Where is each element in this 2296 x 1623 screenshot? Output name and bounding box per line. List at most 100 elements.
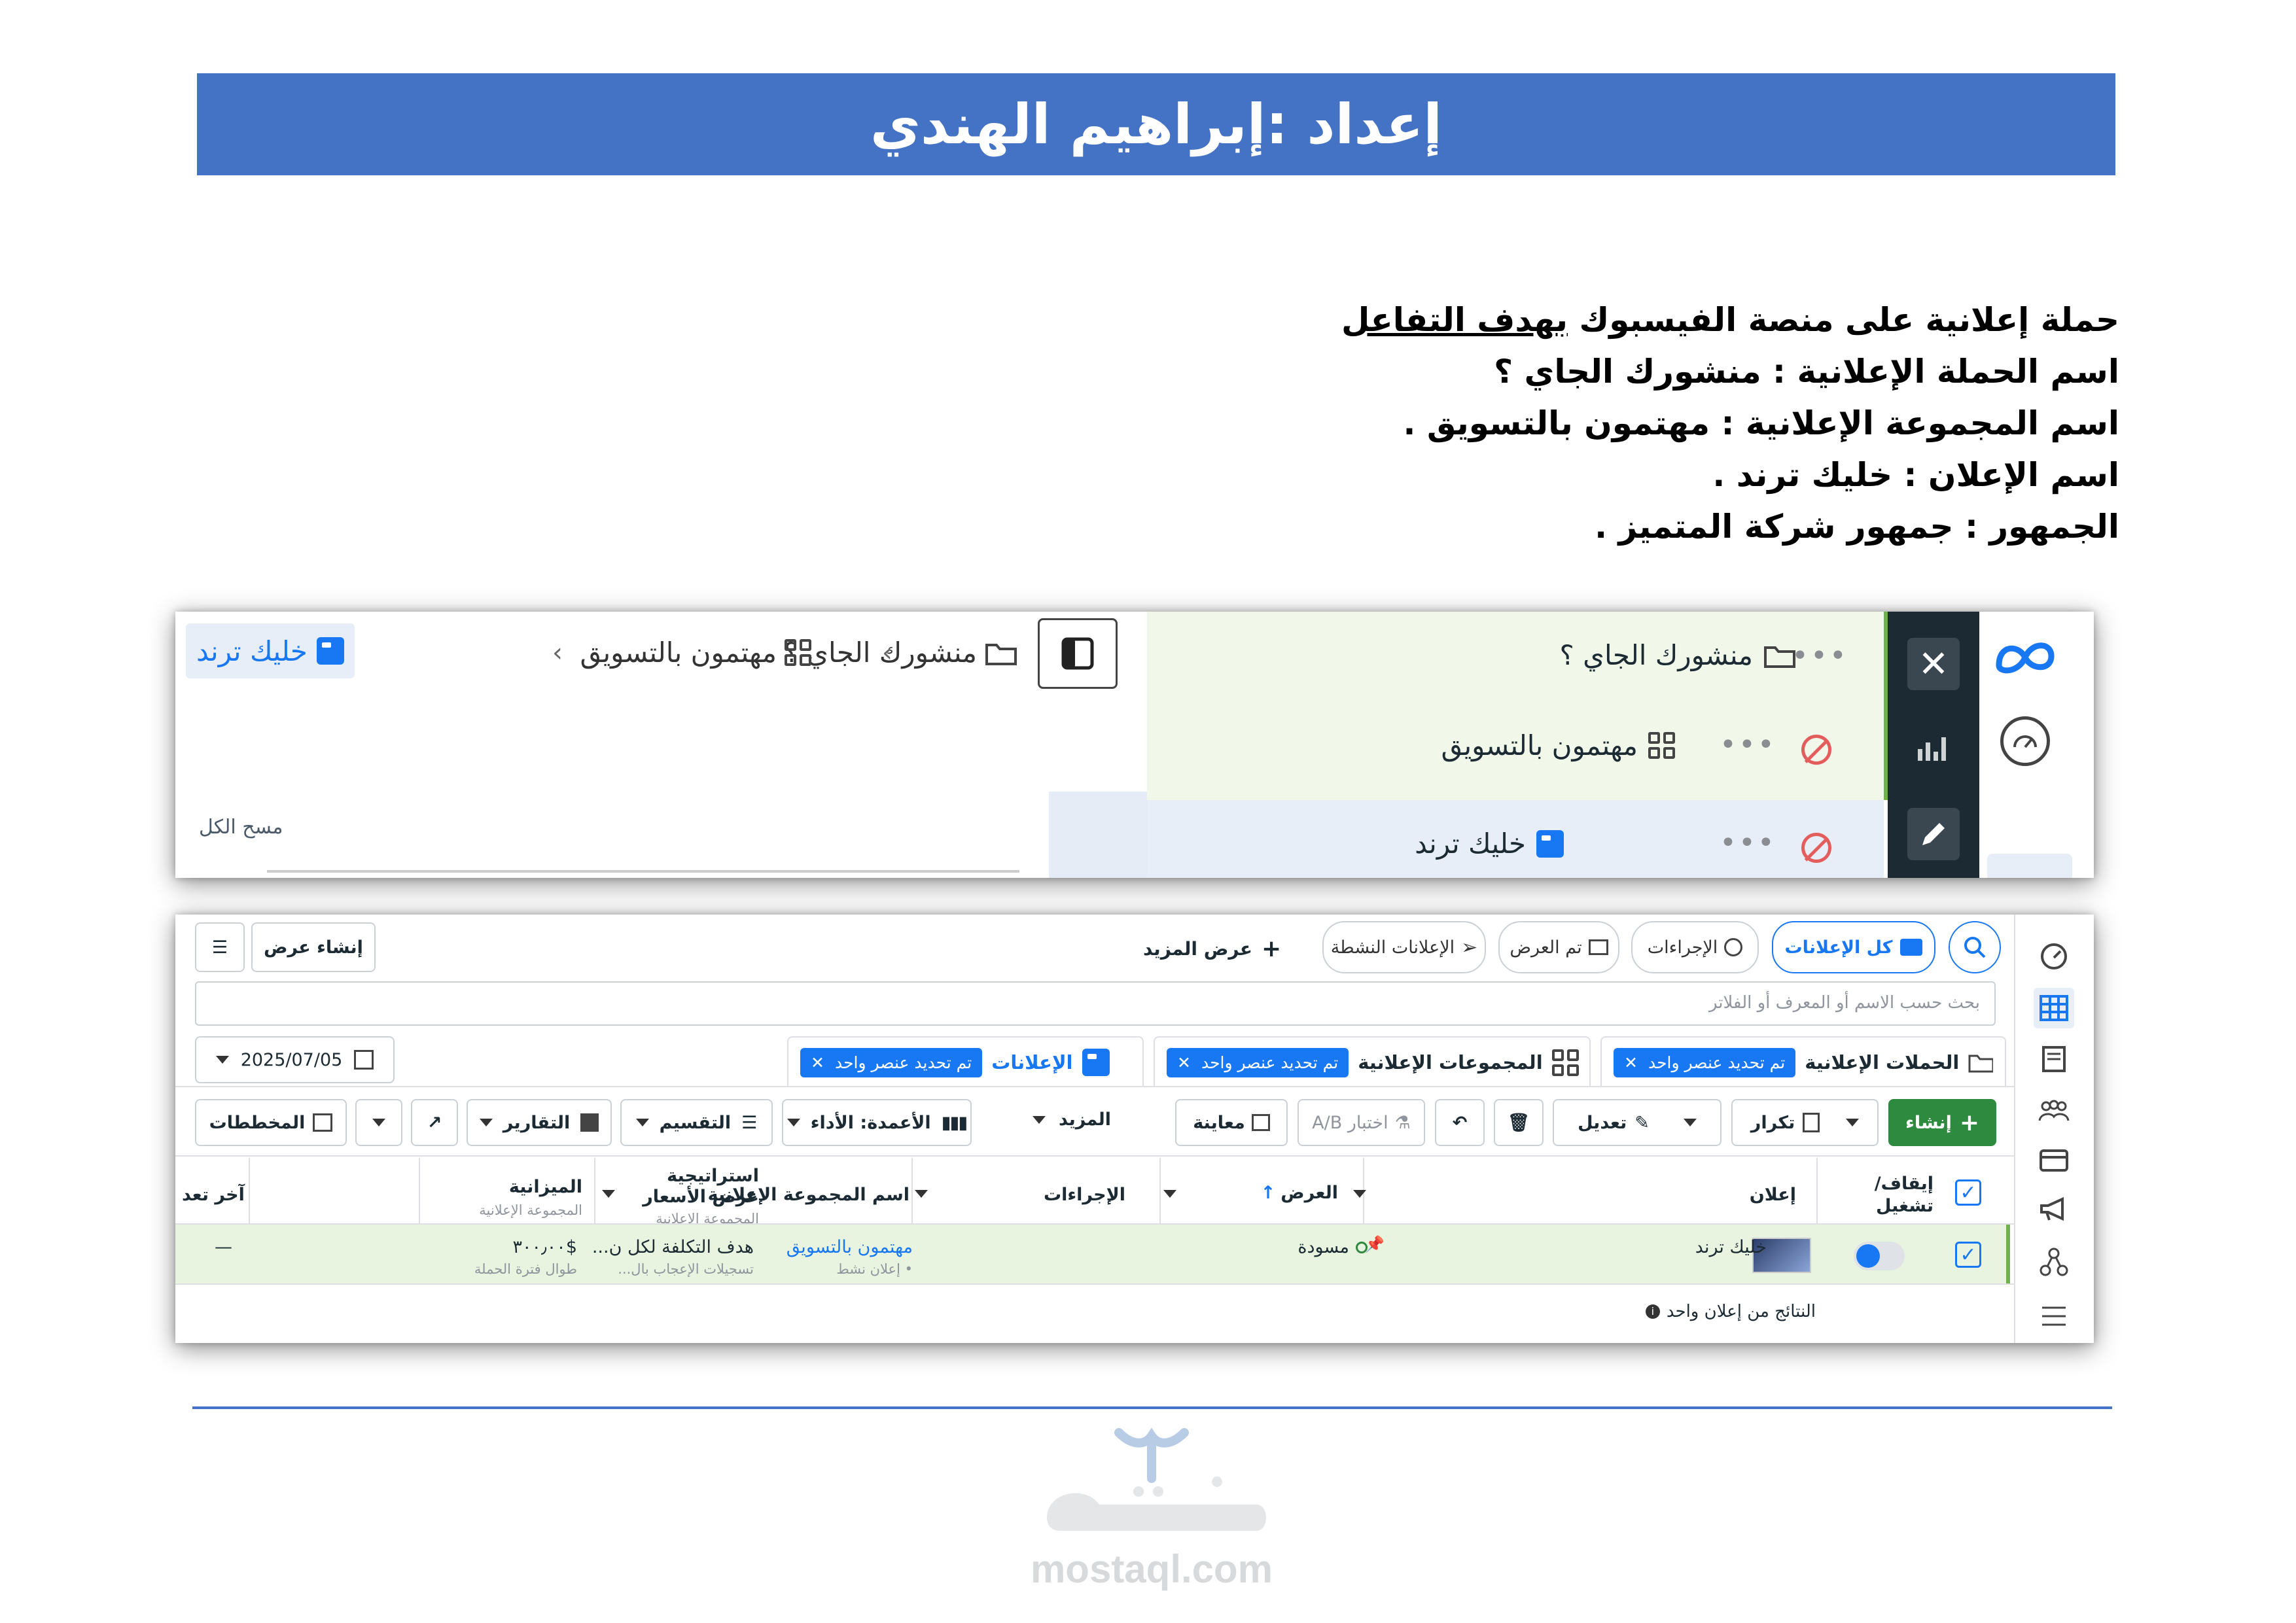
filter-all-ads[interactable]: كل الإعلانات — [1772, 921, 1935, 973]
breakdown-dropdown[interactable]: ☰ التقسيم — [620, 1099, 773, 1146]
image-icon — [1251, 1114, 1270, 1131]
col-bid-strategy[interactable]: استراتيجية عرض الأسعار المجموعة الإعلانية — [628, 1166, 759, 1229]
megaphone-icon[interactable] — [2037, 1193, 2071, 1227]
folder-icon — [1900, 939, 1923, 956]
chevron-down-icon — [215, 1056, 229, 1064]
filter-actions[interactable]: الإجراءات — [1631, 921, 1759, 973]
edit-button[interactable]: ✎ تعديل — [1553, 1099, 1722, 1146]
col-ad[interactable]: إعلان — [1750, 1185, 1796, 1205]
undo-icon[interactable]: ↶ — [1435, 1099, 1485, 1146]
toggle-switch[interactable] — [1854, 1242, 1905, 1270]
brief-line-3: اسم المجموعة الإعلانية : مهتمون بالتسويق… — [1403, 404, 2119, 442]
col-budget[interactable]: الميزانية المجموعة الإعلانية — [479, 1176, 582, 1221]
more-views-link[interactable]: + عرض المزيد — [1143, 935, 1281, 962]
chevron-down-icon[interactable] — [1353, 1190, 1366, 1198]
breakdown-icon: ☰ — [741, 1112, 758, 1133]
audience-icon[interactable] — [2037, 1094, 2071, 1128]
panel-toggle-icon[interactable] — [1038, 618, 1118, 689]
chevron-down-icon — [1846, 1119, 1860, 1126]
gauge-icon[interactable] — [2037, 939, 2071, 973]
send-icon: ➢ — [1461, 935, 1478, 959]
chevron-down-icon[interactable] — [915, 1190, 928, 1198]
row-ad-name[interactable]: خليك ترند — [1695, 1237, 1767, 1257]
charts-button[interactable]: المخططات — [195, 1099, 347, 1146]
tab-adsets[interactable]: المجموعات الإعلانية تم تحديد عنصر واحد ✕ — [1154, 1036, 1591, 1087]
gauge-icon[interactable] — [2000, 716, 2050, 766]
filter-active-ads[interactable]: ➢ الإعلانات النشطة — [1322, 921, 1486, 973]
network-icon[interactable] — [2037, 1245, 2071, 1279]
col-onoff[interactable]: إيقاف/ تشغيل — [1862, 1173, 1934, 1217]
ad-icon — [316, 637, 344, 665]
preview-button[interactable]: معاينة — [1175, 1099, 1288, 1146]
billing-card-icon[interactable] — [2037, 1143, 2071, 1178]
tree-adset[interactable]: مهتمون بالتسويق — [1441, 729, 1675, 761]
selected-chip[interactable]: تم تحديد عنصر واحد ✕ — [1167, 1047, 1349, 1077]
mostaql-logo-icon — [1047, 1427, 1266, 1531]
close-icon[interactable]: ✕ — [1624, 1053, 1638, 1072]
search-icon[interactable] — [1949, 921, 2001, 973]
prohibited-icon[interactable] — [1801, 735, 1831, 765]
date-picker[interactable]: 2025/07/05 — [195, 1036, 395, 1083]
plus-icon: + — [1959, 1109, 1979, 1136]
search-input[interactable]: بحث حسب الاسم أو المعرف أو الفلاتر — [195, 981, 1996, 1026]
chevron-down-icon — [635, 1119, 649, 1126]
chevron-down-icon — [786, 1119, 800, 1126]
info-icon[interactable]: i — [1645, 1304, 1660, 1319]
breadcrumb-ad[interactable]: خليك ترند — [186, 623, 355, 678]
sliders-icon[interactable]: ☰ — [195, 922, 245, 972]
reports-dropdown[interactable]: التقارير — [467, 1099, 612, 1146]
more-icon[interactable]: ••• — [1720, 826, 1776, 860]
chart-icon[interactable] — [1907, 722, 1960, 774]
sort-up-icon: ↑ — [1260, 1183, 1276, 1203]
delete-icon[interactable]: 🗑 — [1494, 1099, 1544, 1146]
col-delivery[interactable]: العرض ↑ — [1261, 1183, 1338, 1203]
duplicate-button[interactable]: تكرار — [1731, 1099, 1879, 1146]
ad-icon — [1536, 829, 1564, 858]
ab-test-button[interactable]: ⚗ اختبار A/B — [1298, 1099, 1425, 1146]
breadcrumb-adset[interactable]: مهتمون بالتسويق — [580, 637, 811, 669]
tree-campaign[interactable]: منشورك الجاي ؟ — [1560, 639, 1796, 671]
row-last-edit: — — [215, 1237, 232, 1257]
grid-icon — [1551, 1049, 1579, 1076]
export-icon[interactable]: ↗ — [411, 1099, 458, 1146]
select-all-checkbox[interactable]: ✓ — [1955, 1179, 1981, 1206]
close-icon[interactable]: ✕ — [1177, 1053, 1191, 1072]
more-icon[interactable]: ••• — [1720, 728, 1776, 761]
tab-ads[interactable]: الإعلانات تم تحديد عنصر واحد ✕ — [787, 1036, 1144, 1087]
tab-campaigns[interactable]: الحملات الإعلانية تم تحديد عنصر واحد ✕ — [1600, 1036, 2006, 1087]
close-icon[interactable]: ✕ — [1907, 638, 1960, 690]
more-icon[interactable]: ••• — [1792, 639, 1848, 672]
folder-icon — [1968, 1055, 1993, 1073]
pencil-icon: ✎ — [1634, 1112, 1650, 1133]
prohibited-icon[interactable] — [1801, 833, 1831, 863]
menu-icon[interactable] — [2037, 1299, 2071, 1333]
row-adset-link[interactable]: مهتمون بالتسويق — [786, 1237, 913, 1257]
col-actions[interactable]: الإجراءات — [1044, 1185, 1125, 1205]
search-placeholder: بحث حسب الاسم أو المعرف أو الفلاتر — [1708, 993, 1980, 1013]
selected-chip[interactable]: تم تحديد عنصر واحد ✕ — [1614, 1047, 1796, 1077]
columns-dropdown[interactable]: ▮▮▮ الأعمدة: الأداء — [782, 1099, 972, 1146]
create-view-button[interactable]: إنشاء عرض — [251, 922, 376, 972]
col-last-edit[interactable]: آخر تعد — [182, 1185, 245, 1205]
table-icon[interactable] — [2034, 988, 2074, 1028]
chevron-down-icon[interactable] — [602, 1190, 615, 1198]
chevron-icon: ‹ — [552, 638, 563, 668]
chevron-down-icon[interactable] — [355, 1099, 402, 1146]
flask-icon: ⚗ — [1394, 1112, 1411, 1133]
grid-icon — [1648, 732, 1675, 759]
page-icon[interactable] — [2037, 1042, 2071, 1076]
pin-icon[interactable]: 📌 — [1365, 1235, 1385, 1253]
row-checkbox[interactable]: ✓ — [1955, 1242, 1981, 1268]
create-button[interactable]: + إنشاء — [1888, 1099, 1996, 1146]
more-dropdown[interactable]: المزيد — [1033, 1109, 1111, 1130]
clear-all-link[interactable]: مسح الكل — [199, 816, 283, 839]
close-icon[interactable]: ✕ — [811, 1053, 824, 1072]
pencil-icon[interactable] — [1907, 808, 1960, 860]
chevron-down-icon — [1033, 1115, 1046, 1124]
selected-chip[interactable]: تم تحديد عنصر واحد ✕ — [800, 1047, 983, 1077]
tree-ad[interactable]: خليك ترند — [1415, 828, 1564, 860]
chevron-down-icon[interactable] — [1163, 1190, 1176, 1198]
chevron-down-icon — [1683, 1119, 1697, 1126]
filter-viewed[interactable]: تم العرض — [1498, 921, 1619, 973]
breadcrumb-campaign[interactable]: منشورك الجاي ؟ — [784, 637, 1017, 669]
